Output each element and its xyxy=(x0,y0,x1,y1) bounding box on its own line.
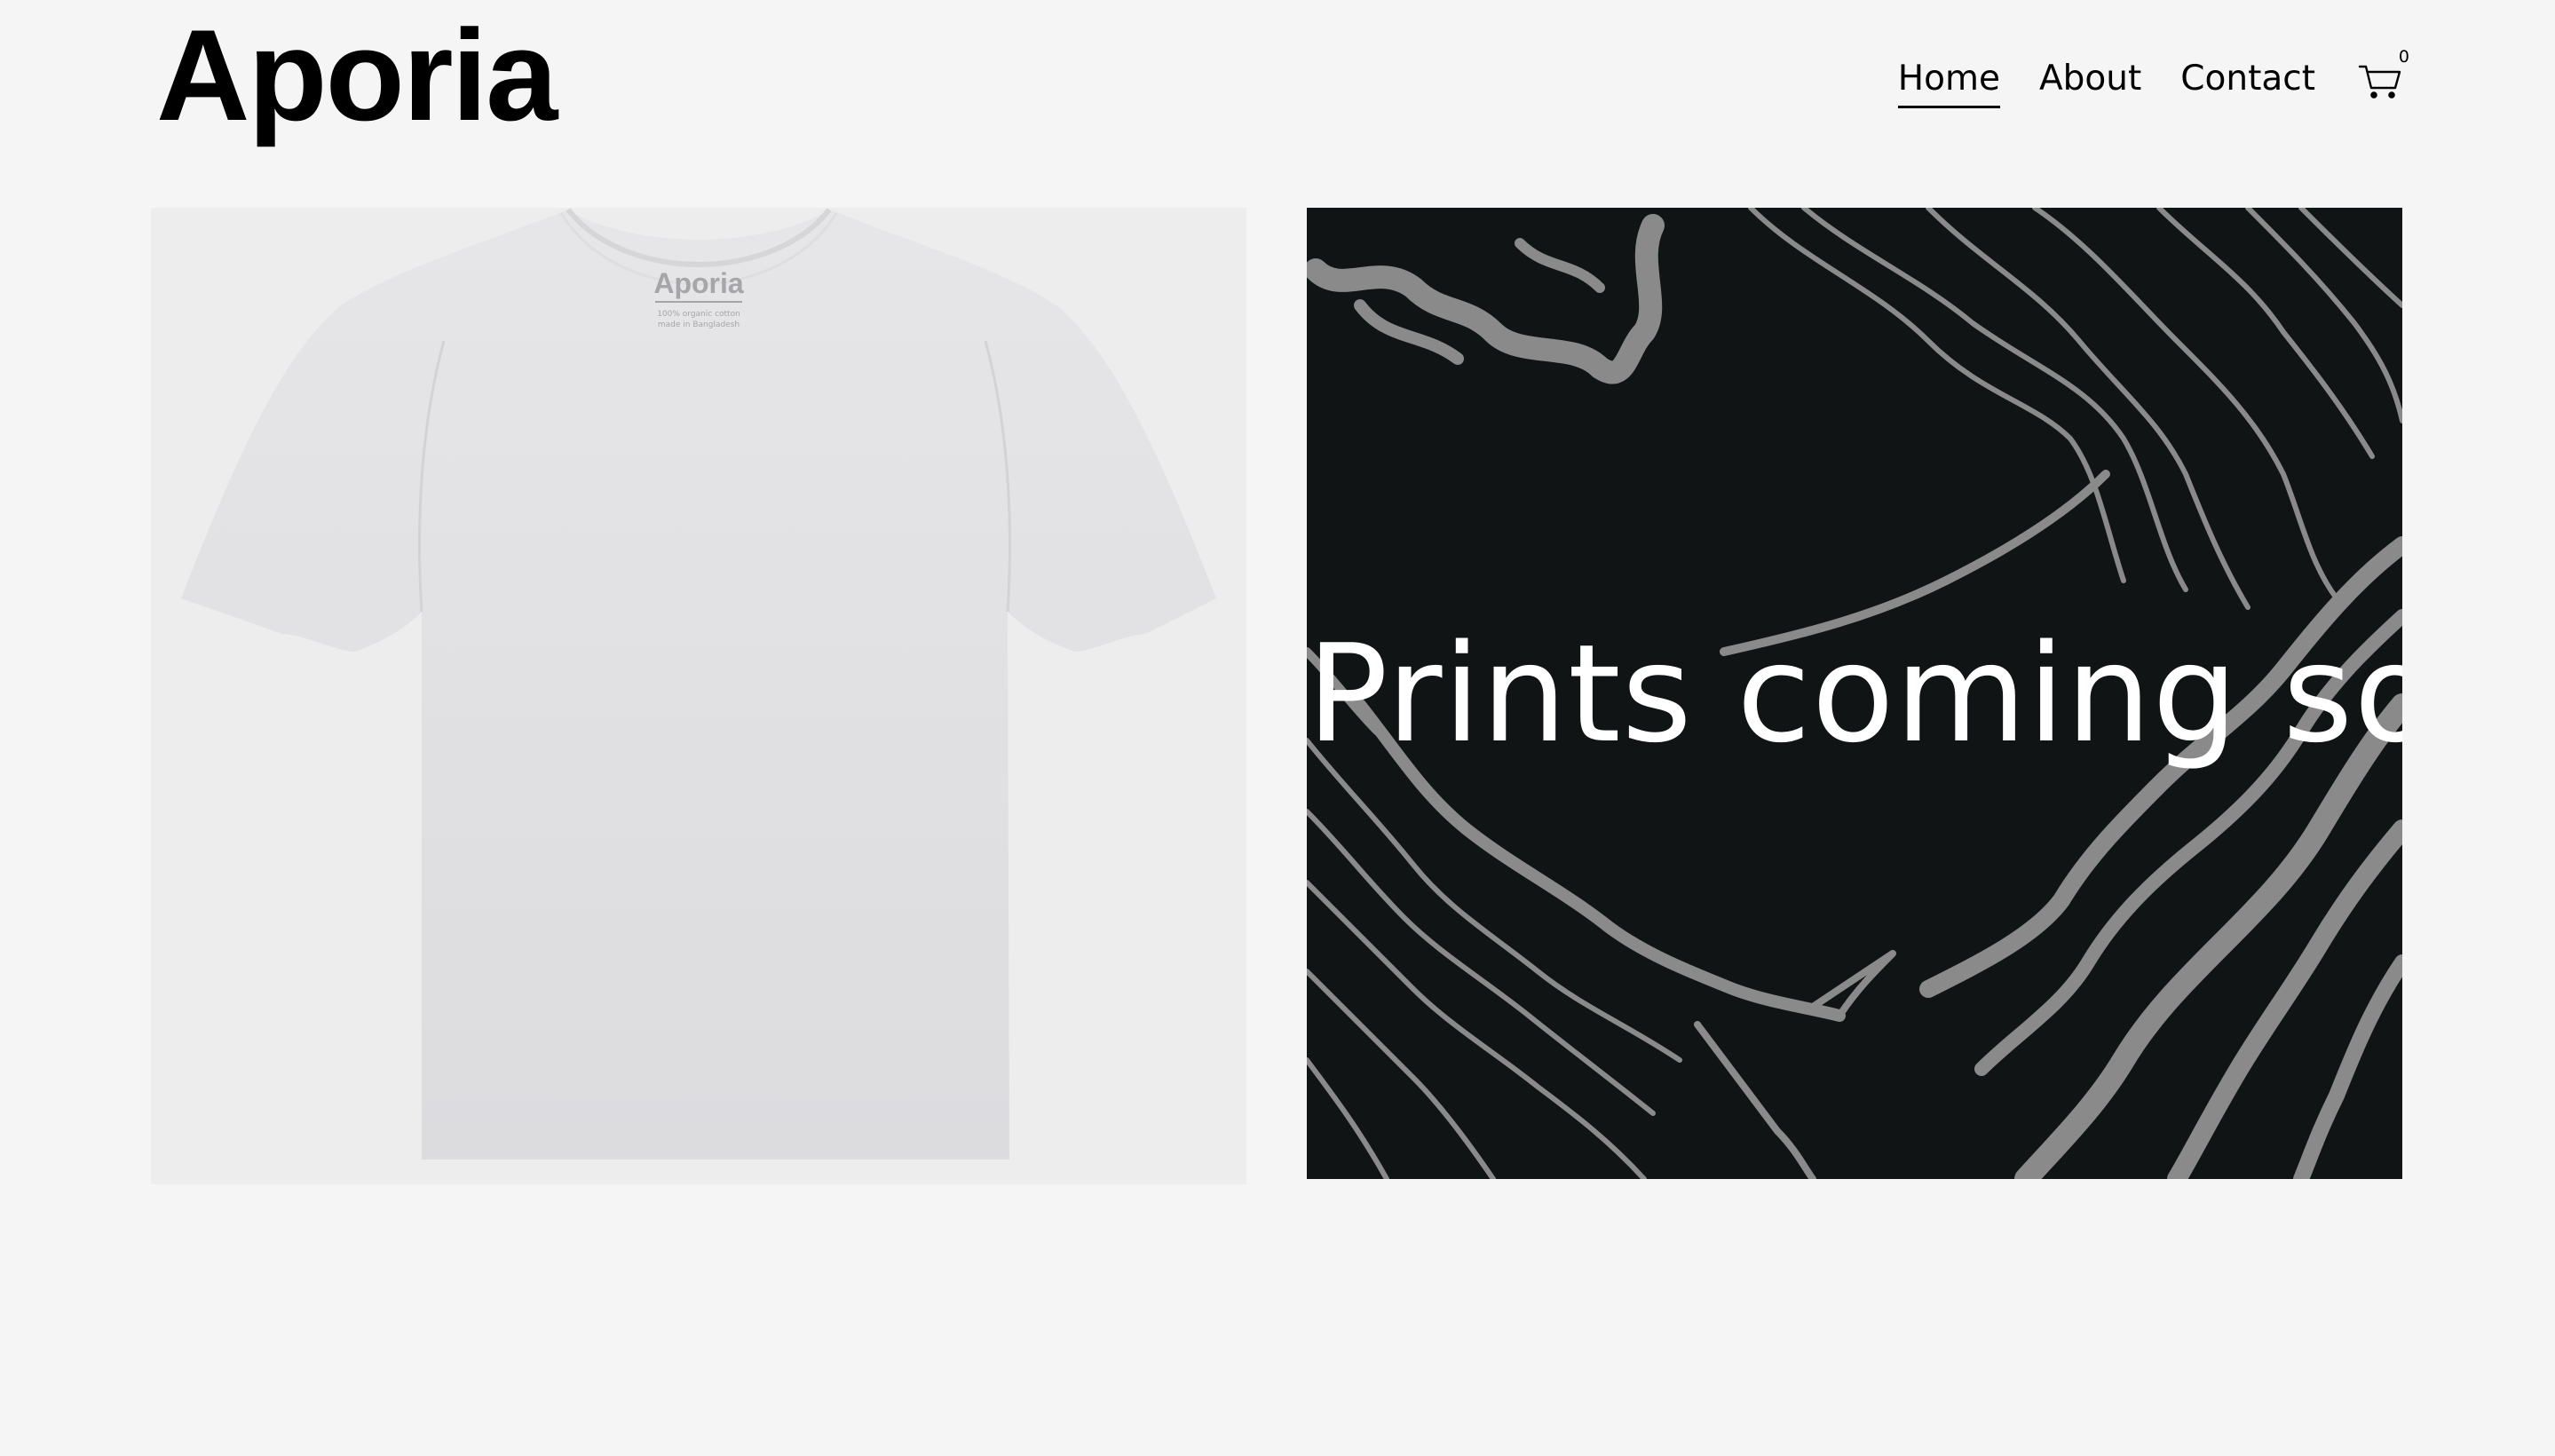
prints-promo-card[interactable]: Prints coming soon xyxy=(1307,208,2402,1179)
cart-button[interactable]: 0 xyxy=(2358,47,2409,100)
tshirt-label-brand: Aporia xyxy=(653,267,744,299)
main-nav: Home About Contact 0 xyxy=(1897,47,2409,108)
nav-link-about[interactable]: About xyxy=(2039,59,2141,108)
cart-icon xyxy=(2358,65,2401,99)
prints-coming-soon-caption: Prints coming soon xyxy=(1307,615,2402,772)
nav-link-home[interactable]: Home xyxy=(1897,59,2000,108)
tshirt-image: Aporia 100% organic cotton made in Bangl… xyxy=(181,208,1216,1159)
nav-link-contact[interactable]: Contact xyxy=(2180,59,2315,108)
cart-count: 0 xyxy=(2398,46,2409,67)
tshirt-label-line1: 100% organic cotton xyxy=(657,310,740,319)
tshirt-label-line2: made in Bangladesh xyxy=(658,320,740,329)
site-logo[interactable]: Aporia xyxy=(156,11,558,140)
tshirt-product-card[interactable]: Aporia 100% organic cotton made in Bangl… xyxy=(151,208,1246,1184)
